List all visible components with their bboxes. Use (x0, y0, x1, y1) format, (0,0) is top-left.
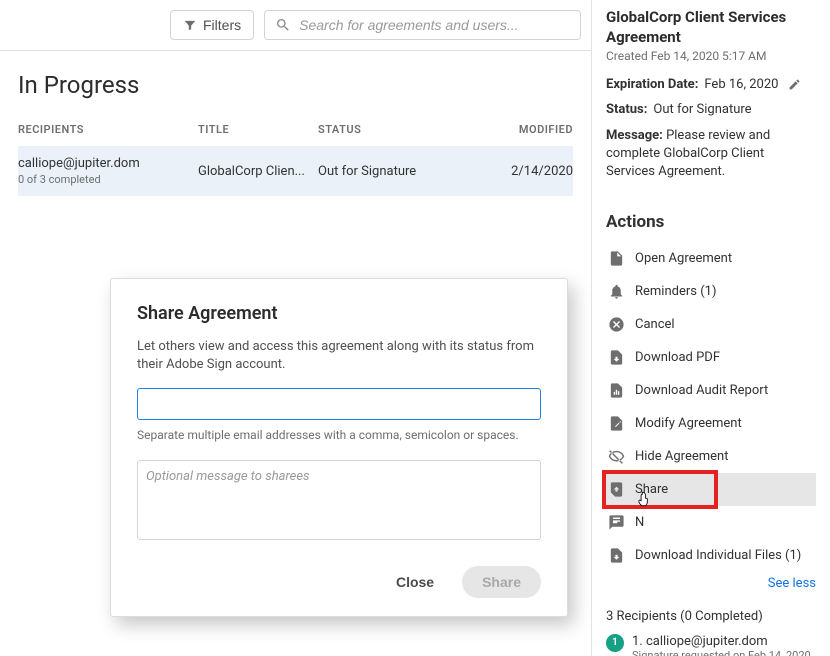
action-label: Reminders (1) (635, 284, 717, 299)
action-label: Download Audit Report (635, 383, 768, 398)
share-button[interactable]: Share (462, 566, 541, 598)
download-pdf-icon (608, 349, 625, 366)
status-label: Status: (606, 102, 647, 117)
search-box[interactable] (264, 10, 581, 40)
search-input[interactable] (299, 17, 570, 33)
recipients-block: 3 Recipients (0 Completed) 1 1. calliope… (606, 609, 816, 656)
modal-title: Share Agreement (137, 303, 541, 324)
action-share[interactable]: Share (606, 473, 816, 506)
action-download-pdf[interactable]: Download PDF (606, 341, 816, 374)
col-title: TITLE (198, 123, 318, 136)
hide-icon (608, 448, 625, 465)
share-email-input[interactable] (137, 388, 541, 420)
see-less-link[interactable]: See less (606, 576, 816, 591)
action-label: N (635, 515, 644, 530)
expiration-row: Expiration Date: Feb 16, 2020 (606, 77, 816, 92)
actions-header: Actions (606, 212, 816, 232)
message-row: Message: Please review and complete Glob… (606, 127, 816, 182)
recipient-cell: calliope@jupiter.dom 0 of 3 completed (18, 156, 198, 186)
action-label: Hide Agreement (635, 449, 728, 464)
action-notes[interactable]: N (606, 506, 816, 539)
search-icon (275, 17, 291, 33)
expiration-value: Feb 16, 2020 (704, 77, 778, 92)
content-area: In Progress RECIPIENTS TITLE STATUS MODI… (0, 51, 591, 196)
filter-icon (183, 18, 197, 32)
table-header: RECIPIENTS TITLE STATUS MODIFIED (18, 123, 573, 146)
action-download-individual[interactable]: Download Individual Files (1) (606, 539, 816, 572)
modal-hint: Separate multiple email addresses with a… (137, 428, 541, 442)
modal-footer: Close Share (137, 566, 541, 598)
action-modify[interactable]: Modify Agreement (606, 407, 816, 440)
bell-icon (608, 283, 625, 300)
col-recipients: RECIPIENTS (18, 123, 198, 136)
cancel-icon (608, 316, 625, 333)
action-label: Download Individual Files (1) (635, 548, 801, 563)
action-label: Modify Agreement (635, 416, 742, 431)
share-modal: Share Agreement Let others view and acce… (110, 278, 568, 617)
status-value: Out for Signature (653, 102, 751, 117)
col-modified: MODIFIED (493, 123, 573, 136)
share-icon (608, 481, 625, 498)
action-download-audit[interactable]: Download Audit Report (606, 374, 816, 407)
close-button[interactable]: Close (380, 566, 450, 598)
recipients-summary: 3 Recipients (0 Completed) (606, 609, 816, 624)
main-content: Filters In Progress RECIPIENTS TITLE STA… (0, 0, 592, 656)
agreement-title: GlobalCorp Client Services Agreement (606, 8, 816, 47)
note-icon (608, 514, 625, 531)
edit-icon[interactable] (788, 78, 801, 91)
action-open-agreement[interactable]: Open Agreement (606, 242, 816, 275)
action-reminders[interactable]: Reminders (1) (606, 275, 816, 308)
status-cell: Out for Signature (318, 164, 493, 179)
recipient-detail: Signature requested on Feb 14, 2020 (632, 649, 811, 656)
share-message-textarea[interactable] (137, 460, 541, 540)
completed-text: 0 of 3 completed (18, 173, 198, 186)
action-label: Download PDF (635, 350, 720, 365)
recipient-email: 1. calliope@jupiter.dom (632, 634, 811, 649)
recipient-email: calliope@jupiter.dom (18, 156, 198, 171)
filters-button[interactable]: Filters (170, 10, 254, 40)
top-toolbar: Filters (0, 0, 591, 51)
recipient-row-1[interactable]: 1 1. calliope@jupiter.dom Signature requ… (606, 634, 816, 656)
action-cancel[interactable]: Cancel (606, 308, 816, 341)
page-title: In Progress (18, 71, 573, 99)
modify-icon (608, 415, 625, 432)
table-row[interactable]: calliope@jupiter.dom 0 of 3 completed Gl… (18, 146, 573, 196)
status-row: Status: Out for Signature (606, 102, 816, 117)
action-label: Open Agreement (635, 251, 732, 266)
filters-label: Filters (203, 17, 241, 33)
modified-cell: 2/14/2020 (493, 164, 573, 179)
side-panel: GlobalCorp Client Services Agreement Cre… (592, 0, 830, 656)
recipient-badge: 1 (606, 634, 624, 652)
action-label: Cancel (635, 317, 675, 332)
title-cell: GlobalCorp Clien... (198, 164, 318, 179)
created-line: Created Feb 14, 2020 5:17 AM (606, 49, 816, 63)
modal-description: Let others view and access this agreemen… (137, 338, 541, 374)
download-files-icon (608, 547, 625, 564)
document-icon (608, 250, 625, 267)
col-status: STATUS (318, 123, 493, 136)
download-audit-icon (608, 382, 625, 399)
action-hide[interactable]: Hide Agreement (606, 440, 816, 473)
message-label: Message: (606, 128, 663, 143)
expiration-label: Expiration Date: (606, 77, 698, 92)
